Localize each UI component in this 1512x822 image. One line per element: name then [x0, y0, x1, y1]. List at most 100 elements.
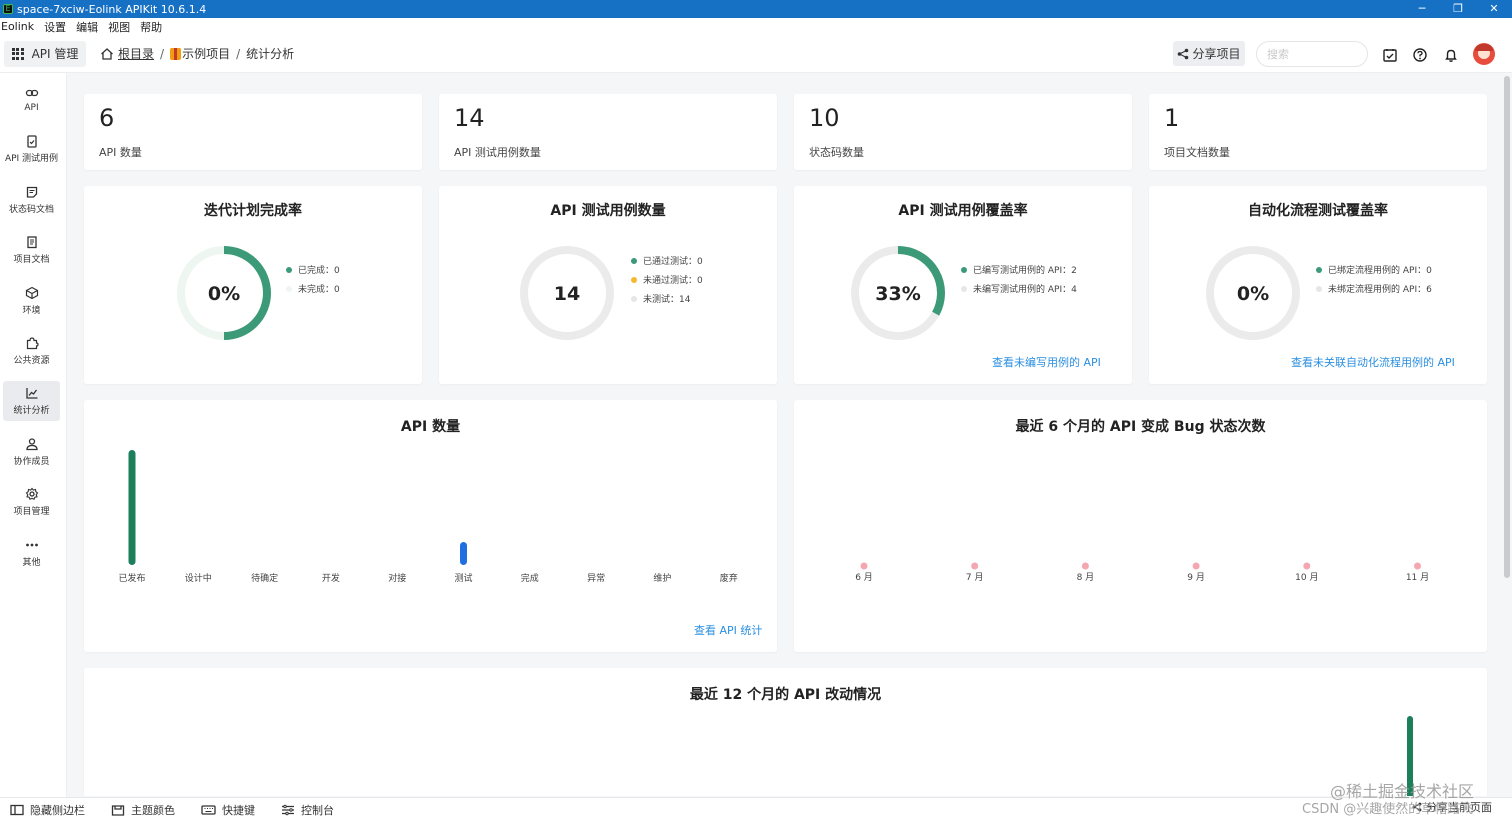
share-project-button[interactable]: 分享项目	[1173, 41, 1245, 66]
legend-item: 已通过测试：0	[631, 251, 703, 270]
home-icon	[101, 47, 113, 60]
user-icon	[25, 438, 38, 451]
data-point[interactable]	[1303, 562, 1311, 570]
maximize-button[interactable]: ❐	[1440, 0, 1476, 18]
sidebar-item-project-management[interactable]: 项目管理	[3, 482, 60, 522]
hide-sidebar-button[interactable]: 隐藏侧边栏	[10, 802, 85, 818]
console-label: 控制台	[301, 804, 334, 817]
sidebar-item-more[interactable]: 其他	[3, 533, 60, 573]
menu-eolink[interactable]: Eolink	[0, 20, 38, 33]
stat-card-test-case-count: 14 API 测试用例数量	[439, 94, 777, 170]
api-manage-button[interactable]: API 管理	[4, 40, 86, 67]
minimize-button[interactable]: ─	[1404, 0, 1440, 18]
gauge-center-value: 0%	[1237, 283, 1269, 305]
calendar-check-icon[interactable]	[1382, 47, 1398, 63]
bug-status-chart: 6 月 7 月 8 月 9 月 10 月 11 月	[855, 562, 1429, 583]
sidebar-toggle-icon	[10, 804, 24, 816]
project-icon	[170, 47, 182, 60]
clipboard-check-icon	[26, 135, 37, 148]
gauge-title: 自动化流程测试覆盖率	[1248, 203, 1388, 219]
breadcrumb-project[interactable]: 示例项目	[182, 45, 230, 62]
gauge-legend: 已通过测试：0 未通过测试：0 未测试：14	[631, 251, 703, 308]
menu-edit[interactable]: 编辑	[72, 19, 102, 35]
console-button[interactable]: 控制台	[281, 802, 334, 818]
gauge-ring: 0%	[1206, 246, 1300, 340]
sidebar-item-statistics[interactable]: 统计分析	[3, 381, 60, 421]
chart-line-icon	[25, 388, 37, 399]
sidebar-item-project-docs[interactable]: 项目文档	[3, 230, 60, 270]
gauge-ring: 14	[520, 246, 614, 340]
sidebar-item-label: 其他	[22, 558, 41, 568]
sidebar-item-api-test-cases[interactable]: API 测试用例	[3, 129, 60, 169]
gauge-card-test-case-count: API 测试用例数量 14 已通过测试：0 未通过测试：0 未测试：14	[439, 186, 777, 384]
legend-dot	[631, 295, 637, 302]
help-icon[interactable]	[1412, 47, 1428, 63]
bar[interactable]	[128, 450, 136, 565]
scrollbar-thumb[interactable]	[1504, 76, 1510, 578]
sidebar-item-members[interactable]: 协作成员	[3, 432, 60, 472]
gauge-title: 迭代计划完成率	[204, 203, 302, 219]
data-point[interactable]	[860, 562, 868, 570]
theme-color-button[interactable]: 主题颜色	[111, 802, 175, 818]
sidebar-item-api[interactable]: API	[3, 79, 60, 119]
data-point[interactable]	[1414, 562, 1421, 570]
view-api-statistics-link[interactable]: 查看 API 统计	[694, 622, 762, 638]
legend-dot	[961, 266, 967, 273]
legend-dot	[961, 285, 967, 292]
user-avatar[interactable]	[1473, 43, 1495, 65]
gauge-center-value: 14	[554, 283, 580, 305]
search-input[interactable]	[1256, 41, 1368, 67]
sidebar-item-public-resources[interactable]: 公共资源	[3, 331, 60, 371]
legend-item: 已完成：0	[286, 260, 340, 279]
view-apis-without-cases-link[interactable]: 查看未编写用例的 API	[992, 354, 1101, 370]
menu-settings[interactable]: 设置	[40, 19, 70, 35]
gauge-card-iteration-completion: 迭代计划完成率 0% 已完成：0 未完成：0	[84, 186, 422, 384]
breadcrumb-root[interactable]: 根目录	[118, 45, 154, 62]
legend-dot	[286, 266, 292, 273]
stat-card-status-code-count: 10 状态码数量	[794, 94, 1132, 170]
shortcuts-button[interactable]: 快捷键	[201, 802, 255, 818]
sidebar-item-label: 项目文档	[13, 255, 50, 265]
stat-card-api-count: 6 API 数量	[84, 94, 422, 170]
link-icon	[25, 89, 38, 96]
app-logo-icon: E	[3, 4, 13, 14]
x-tick-label: 9 月	[1187, 572, 1205, 583]
legend-dot	[1316, 285, 1322, 292]
api-count-chart: 已发布 设计中 待确定 开发 对接 测试 完成 异常 维护 废弃	[118, 450, 738, 584]
theme-icon	[111, 805, 125, 816]
close-button[interactable]: ✕	[1476, 0, 1512, 18]
x-tick-label: 8 月	[1077, 572, 1095, 583]
api-changes-chart	[1407, 716, 1413, 796]
legend-label: 已绑定流程用例的 API：0	[1328, 266, 1432, 276]
bell-icon[interactable]	[1443, 47, 1459, 63]
data-point[interactable]	[1081, 562, 1089, 570]
x-tick-label: 设计中	[185, 572, 212, 584]
x-tick-label: 完成	[521, 572, 539, 584]
bar[interactable]	[460, 542, 467, 565]
gauge-card-test-case-coverage: API 测试用例覆盖率 33% 已编写测试用例的 API：2 未编写测试用例的 A…	[794, 186, 1132, 384]
legend-label: 未完成：0	[298, 285, 340, 295]
menu-view[interactable]: 视图	[104, 19, 134, 35]
share-icon	[1178, 48, 1189, 59]
data-point[interactable]	[971, 562, 979, 570]
x-tick-label: 已发布	[118, 572, 145, 584]
gauge-title: API 测试用例覆盖率	[898, 203, 1028, 219]
gauge-center-value: 33%	[875, 283, 920, 305]
legend-label: 已通过测试：0	[643, 257, 703, 267]
legend-dot	[286, 285, 292, 292]
data-point[interactable]	[1192, 562, 1200, 570]
api-changes-chart-card: 最近 12 个月的 API 改动情况	[84, 668, 1487, 796]
sidebar-item-environment[interactable]: 环境	[3, 281, 60, 321]
bottom-bar: 隐藏侧边栏 主题颜色 快捷键 控制台	[0, 797, 1512, 822]
view-apis-without-flow-cases-link[interactable]: 查看未关联自动化流程用例的 API	[1291, 354, 1455, 370]
console-icon	[282, 804, 294, 816]
more-icon	[25, 543, 38, 547]
legend-dot	[631, 257, 637, 264]
gauge-title: API 测试用例数量	[550, 203, 666, 219]
apps-grid-icon	[11, 47, 24, 60]
gauge-ring: 33%	[851, 246, 945, 340]
menu-help[interactable]: 帮助	[136, 19, 166, 35]
legend-label: 已完成：0	[298, 266, 340, 276]
bug-status-chart-card: 最近 6 个月的 API 变成 Bug 状态次数 6 月7 月8 月9 月 10 …	[794, 400, 1487, 652]
sidebar-item-status-code-docs[interactable]: 状态码文档	[3, 180, 60, 220]
